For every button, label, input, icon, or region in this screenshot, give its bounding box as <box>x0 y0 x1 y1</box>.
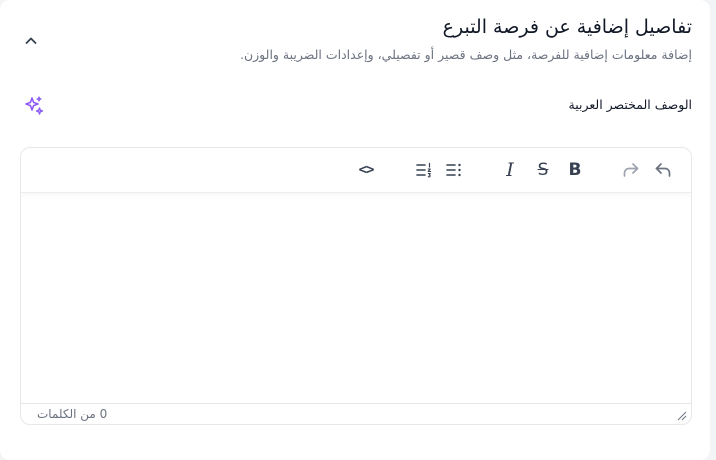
section-subtitle: إضافة معلومات إضافية للفرصة، مثل وصف قصي… <box>239 47 692 62</box>
section-title: تفاصيل إضافية عن فرصة التبرع <box>442 16 692 38</box>
redo-icon <box>623 163 639 177</box>
donation-details-card: تفاصيل إضافية عن فرصة التبرع إضافة معلوم… <box>0 0 710 460</box>
editor-content-area[interactable] <box>21 193 691 405</box>
collapse-button[interactable] <box>20 30 42 52</box>
bullet-list-icon <box>446 163 461 177</box>
strikethrough-button[interactable]: S <box>532 159 554 181</box>
italic-icon: I <box>506 158 514 181</box>
ai-generate-button[interactable] <box>22 94 46 118</box>
strikethrough-icon: S <box>537 159 549 180</box>
code-icon: <> <box>358 162 375 178</box>
sparkles-icon <box>25 96 44 115</box>
ordered-list-button[interactable] <box>413 159 435 181</box>
bold-button[interactable]: B <box>564 159 586 181</box>
editor-status-bar: 0 من الكلمات <box>21 403 691 424</box>
redo-button[interactable] <box>620 159 642 181</box>
bullet-list-button[interactable] <box>443 159 465 181</box>
editor-toolbar: B S I <> <box>21 148 691 193</box>
word-count: 0 من الكلمات <box>37 407 108 421</box>
chevron-up-icon <box>25 37 37 44</box>
ordered-list-icon <box>416 162 432 178</box>
undo-button[interactable] <box>652 159 674 181</box>
short-description-label: الوصف المختصر العربية <box>568 97 693 112</box>
resize-handle-icon[interactable] <box>675 409 687 421</box>
bold-icon: B <box>568 159 582 180</box>
undo-icon <box>655 163 671 177</box>
rich-text-editor: B S I <> 0 من الكلمات <box>20 147 692 425</box>
code-button[interactable]: <> <box>355 159 377 181</box>
italic-button[interactable]: I <box>499 159 521 181</box>
